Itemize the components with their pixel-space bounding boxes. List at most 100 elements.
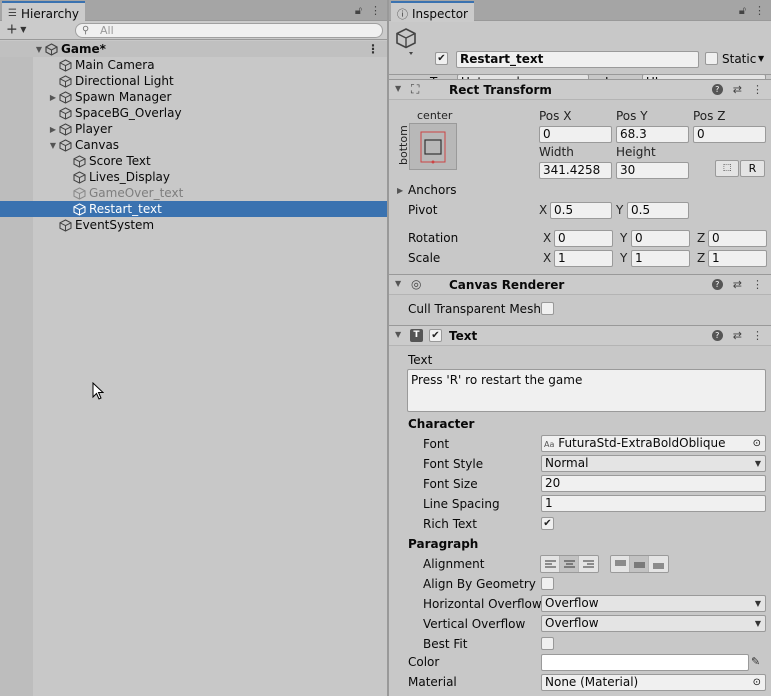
hierarchy-item[interactable]: GameOver_text (0, 185, 387, 201)
width-field[interactable]: 341.4258 (539, 162, 612, 179)
collapse-arrow-icon[interactable]: ▼ (395, 279, 401, 288)
font-size-field[interactable]: 20 (541, 475, 766, 492)
collapsed-arrow-icon[interactable]: ▶ (48, 93, 58, 102)
align-left-icon[interactable] (541, 556, 560, 572)
font-style-value: Normal (545, 456, 589, 470)
tab-inspector[interactable]: ⓘ Inspector (391, 1, 474, 22)
static-label[interactable]: Static (722, 51, 756, 67)
rotation-y-field[interactable]: 0 (631, 230, 690, 247)
object-picker-icon[interactable]: ⊙ (753, 675, 761, 690)
tab-menu-icon[interactable]: ⋮ (754, 4, 765, 18)
hierarchy-item[interactable]: Score Text (0, 153, 387, 169)
collapse-arrow-icon[interactable]: ▼ (395, 330, 401, 339)
component-menu-icon[interactable]: ⋮ (752, 278, 763, 291)
align-center-icon[interactable] (560, 556, 579, 572)
text-component-header[interactable]: ▼ T ✔ Text ? ⇄ ⋮ (389, 325, 771, 346)
hierarchy-item[interactable]: ▶ Player (0, 121, 387, 137)
canvas-renderer-header[interactable]: ▼ ◎ Canvas Renderer ? ⇄ ⋮ (389, 274, 771, 295)
blueprint-mode-button[interactable]: ⬚ (715, 160, 739, 177)
scene-menu-icon[interactable]: ⋮ (367, 42, 379, 56)
help-icon[interactable]: ? (711, 84, 723, 95)
expand-arrow-icon[interactable]: ▼ (48, 141, 58, 150)
rotation-z-field[interactable]: 0 (708, 230, 767, 247)
pos-z-field[interactable]: 0 (693, 126, 766, 143)
help-icon[interactable]: ? (711, 330, 723, 341)
font-style-dropdown[interactable]: Normal ▼ (541, 455, 766, 472)
add-object-button[interactable]: + ▼ (6, 22, 26, 38)
hierarchy-item-label: Spawn Manager (75, 90, 172, 104)
cull-transparent-mesh-checkbox[interactable] (541, 302, 554, 315)
gameobject-cube-icon[interactable] (395, 27, 419, 60)
collapsed-arrow-icon[interactable]: ▶ (48, 125, 58, 134)
rotation-x-field[interactable]: 0 (554, 230, 613, 247)
tab-menu-icon[interactable]: ⋮ (370, 4, 381, 18)
align-bottom-icon[interactable] (649, 556, 668, 572)
gameobject-cube-icon (58, 138, 72, 152)
hierarchy-item[interactable]: Restart_text (0, 201, 387, 217)
presets-icon[interactable]: ⇄ (733, 329, 742, 342)
pivot-y-field[interactable]: 0.5 (627, 202, 689, 219)
align-by-geometry-checkbox[interactable] (541, 577, 554, 590)
align-right-icon[interactable] (579, 556, 598, 572)
static-checkbox[interactable] (705, 52, 718, 65)
vertical-overflow-dropdown[interactable]: Overflow ▼ (541, 615, 766, 632)
rect-transform-header[interactable]: ▼ ⛶ Rect Transform ? ⇄ ⋮ (389, 79, 771, 100)
chevron-down-icon[interactable]: ▼ (758, 54, 764, 63)
expand-arrow-icon[interactable]: ▼ (34, 45, 44, 54)
search-input[interactable]: ⚲ All (75, 23, 383, 38)
align-top-icon[interactable] (611, 556, 630, 572)
expand-arrow-icon[interactable]: ▶ (397, 186, 403, 195)
rotation-label: Rotation (408, 231, 459, 245)
lock-icon[interactable]: 🔓︎ (355, 4, 362, 18)
object-name-field[interactable]: Restart_text (456, 51, 699, 68)
collapse-arrow-icon[interactable]: ▼ (395, 84, 401, 93)
scale-y-field[interactable]: 1 (631, 250, 690, 267)
canvas-renderer-icon: ◎ (411, 277, 422, 291)
scale-x-field[interactable]: 1 (554, 250, 613, 267)
help-icon[interactable]: ? (711, 279, 723, 290)
anchor-preset-button[interactable] (409, 123, 457, 170)
pos-y-field[interactable]: 68.3 (616, 126, 689, 143)
hierarchy-item[interactable]: ▼ Canvas (0, 137, 387, 153)
inspector-panel: ⓘ Inspector 🔓︎ ⋮ ✔ Restart_text Static ▼… (389, 0, 771, 696)
component-menu-icon[interactable]: ⋮ (752, 329, 763, 342)
vertical-overflow-value: Overflow (545, 616, 599, 630)
lock-icon[interactable]: 🔓︎ (739, 4, 746, 18)
component-menu-icon[interactable]: ⋮ (752, 83, 763, 96)
line-spacing-field[interactable]: 1 (541, 495, 766, 512)
object-picker-icon[interactable]: ⊙ (753, 436, 761, 451)
pos-x-field[interactable]: 0 (539, 126, 612, 143)
anchors-label[interactable]: Anchors (408, 182, 457, 198)
raw-edit-button[interactable]: R (740, 160, 765, 177)
material-field[interactable]: None (Material) ⊙ (541, 674, 766, 691)
rich-text-checkbox[interactable]: ✔ (541, 517, 554, 530)
chevron-down-icon: ▼ (754, 619, 761, 628)
horizontal-overflow-dropdown[interactable]: Overflow ▼ (541, 595, 766, 612)
height-field[interactable]: 30 (616, 162, 689, 179)
eyedropper-icon[interactable]: ✎ (751, 655, 760, 668)
hierarchy-item[interactable]: EventSystem (0, 217, 387, 233)
presets-icon[interactable]: ⇄ (733, 83, 742, 96)
hierarchy-item[interactable]: Main Camera (0, 57, 387, 73)
gameobject-cube-icon (58, 218, 72, 232)
hierarchy-item[interactable]: Lives_Display (0, 169, 387, 185)
hierarchy-item[interactable]: ▶ Spawn Manager (0, 89, 387, 105)
font-asset-icon: Aa (544, 440, 555, 449)
gameobject-header: ✔ Restart_text Static ▼ Tag Untagged▼ La… (389, 21, 771, 91)
gameobject-cube-icon (58, 74, 72, 88)
text-value-area[interactable]: Press 'R' ro restart the game (407, 369, 766, 412)
text-enabled-checkbox[interactable]: ✔ (429, 329, 442, 342)
pivot-x-field[interactable]: 0.5 (550, 202, 612, 219)
best-fit-checkbox[interactable] (541, 637, 554, 650)
hierarchy-item-label: EventSystem (75, 218, 155, 232)
font-field[interactable]: Aa FuturaStd-ExtraBoldOblique ⊙ (541, 435, 766, 452)
scale-z-field[interactable]: 1 (708, 250, 767, 267)
presets-icon[interactable]: ⇄ (733, 278, 742, 291)
scene-row[interactable]: ▼ Game* ⋮ (0, 41, 387, 57)
hierarchy-item[interactable]: Directional Light (0, 73, 387, 89)
color-swatch[interactable] (541, 654, 749, 671)
align-middle-icon[interactable] (630, 556, 649, 572)
active-checkbox[interactable]: ✔ (435, 52, 448, 65)
hierarchy-item[interactable]: SpaceBG_Overlay (0, 105, 387, 121)
tab-hierarchy[interactable]: ☰ Hierarchy (2, 1, 85, 22)
